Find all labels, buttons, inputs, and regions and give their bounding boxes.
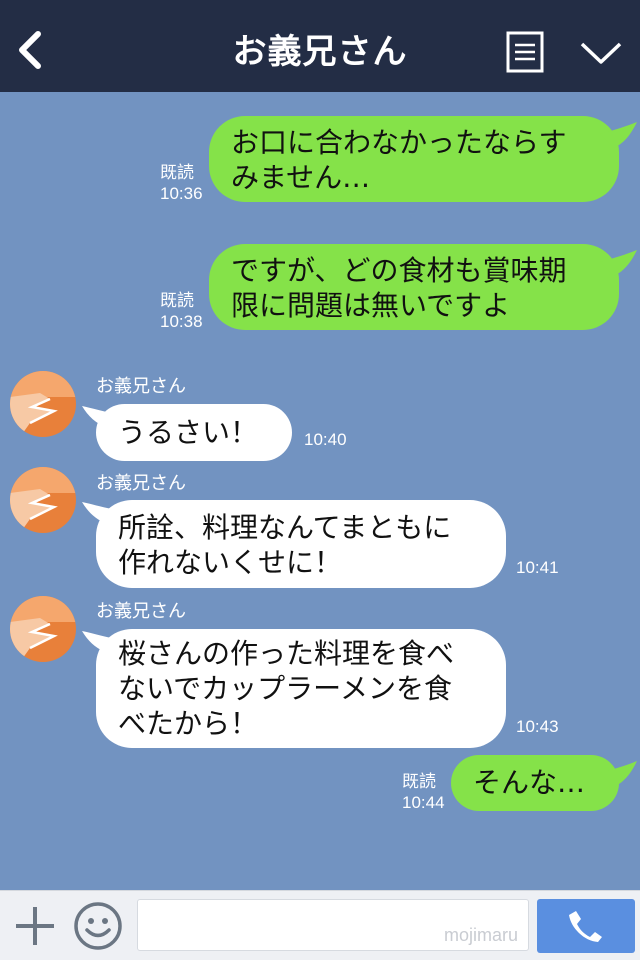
avatar-image (10, 371, 76, 437)
bubble-tail (600, 122, 637, 148)
avatar-image (10, 467, 76, 533)
smiley-icon (74, 902, 122, 950)
avatar[interactable] (10, 467, 76, 533)
phone-icon (569, 911, 602, 942)
message-line: 作れないくせに！ (118, 546, 343, 579)
sender-name: お義兄さん (96, 601, 186, 622)
menu-list-icon (506, 31, 544, 73)
message-time: 10:40 (304, 430, 347, 449)
emoji-button[interactable] (73, 901, 123, 951)
message-line: そんな… (473, 766, 586, 799)
message-time: 10:36 (160, 184, 203, 203)
avatar-image (10, 596, 76, 662)
avatar[interactable] (10, 371, 76, 437)
message-bubble-mine[interactable]: そんな… (451, 755, 619, 811)
read-status-2: 既読 10:38 (160, 290, 203, 332)
message-time: 10:44 (402, 793, 445, 812)
message-line: お口に合わなかったならす (231, 126, 567, 159)
message-line: ないでカップラーメンを食 (118, 672, 453, 705)
message-bubble-theirs[interactable]: うるさい！ (96, 404, 292, 461)
watermark: mojimaru (443, 925, 518, 945)
add-button[interactable] (14, 905, 56, 947)
menu-button[interactable] (506, 31, 544, 73)
bubble-tail (600, 250, 637, 276)
collapse-button[interactable] (578, 38, 624, 68)
read-label: 既読 (160, 291, 194, 310)
chat-header: お義兄さん (0, 0, 640, 92)
message-time: 10:38 (160, 312, 203, 331)
message-bubble-theirs[interactable]: 桜さんの作った料理を食べ ないでカップラーメンを食 べたから！ (96, 629, 506, 748)
chevron-down-icon (580, 42, 622, 64)
message-line: みません… (231, 161, 371, 194)
message-line: 桜さんの作った料理を食べ (118, 637, 455, 670)
chat-title: お義兄さん (232, 32, 408, 72)
sender-name: お義兄さん (96, 473, 186, 494)
bubble-tail (600, 761, 637, 787)
sender-name: お義兄さん (96, 376, 186, 397)
message-line: ですが、どの食材も賞味期 (231, 254, 567, 287)
message-bubble-mine[interactable]: ですが、どの食材も賞味期 限に問題は無いですよ (209, 244, 619, 330)
message-time: 10:41 (516, 558, 559, 577)
call-button[interactable] (537, 899, 635, 953)
message-input[interactable]: mojimaru (137, 899, 529, 951)
composer-bar: mojimaru (0, 890, 640, 960)
message-time: 10:43 (516, 717, 559, 736)
plus-icon (16, 907, 54, 945)
read-status-6: 既読 10:44 (402, 771, 445, 813)
message-bubble-theirs[interactable]: 所詮、料理なんてまともに 作れないくせに！ (96, 500, 506, 588)
message-line: うるさい！ (118, 416, 259, 449)
avatar[interactable] (10, 596, 76, 662)
message-line: 所詮、料理なんてまともに (118, 511, 452, 544)
read-label: 既読 (402, 772, 436, 791)
read-label: 既読 (160, 163, 194, 182)
message-line: べたから！ (118, 707, 259, 740)
read-status-1: 既読 10:36 (160, 162, 203, 204)
message-bubble-mine[interactable]: お口に合わなかったならす みません… (209, 116, 619, 202)
message-line: 限に問題は無いですよ (231, 289, 511, 322)
